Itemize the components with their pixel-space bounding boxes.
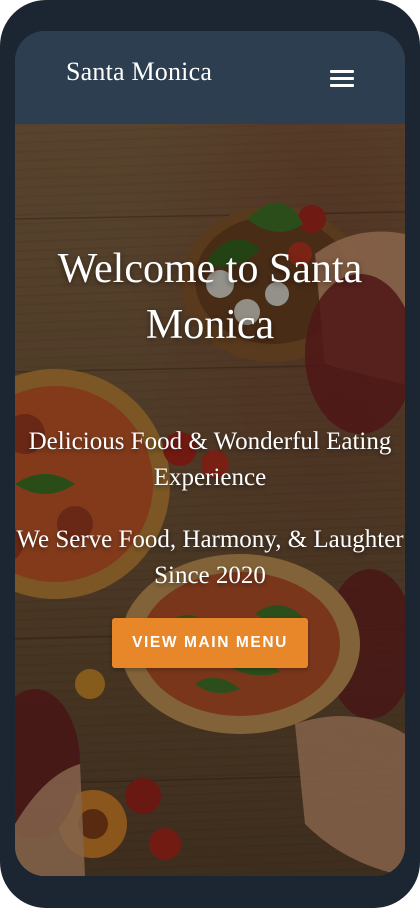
menu-bar-middle <box>330 77 354 80</box>
view-main-menu-button[interactable]: VIEW MAIN MENU <box>112 618 308 668</box>
hero-subtitle-since: We Serve Food, Harmony, & Laughter Since… <box>16 526 404 589</box>
phone-frame: Santa Monica Welcome to Santa Monica Del… <box>0 0 420 908</box>
hamburger-menu-icon[interactable] <box>327 67 357 91</box>
site-header: Santa Monica <box>15 31 405 124</box>
hero-title: Welcome to Santa Monica <box>57 246 363 348</box>
brand-logo-text[interactable]: Santa Monica <box>66 57 212 87</box>
hero-subtitle-food: Delicious Food & Wonderful Eating Experi… <box>28 428 392 491</box>
screen: Santa Monica Welcome to Santa Monica Del… <box>15 31 405 876</box>
hero-dark-overlay <box>15 124 405 876</box>
hero-section: Welcome to Santa Monica Delicious Food &… <box>15 124 405 876</box>
menu-bar-top <box>330 70 354 73</box>
menu-bar-bottom <box>330 84 354 87</box>
